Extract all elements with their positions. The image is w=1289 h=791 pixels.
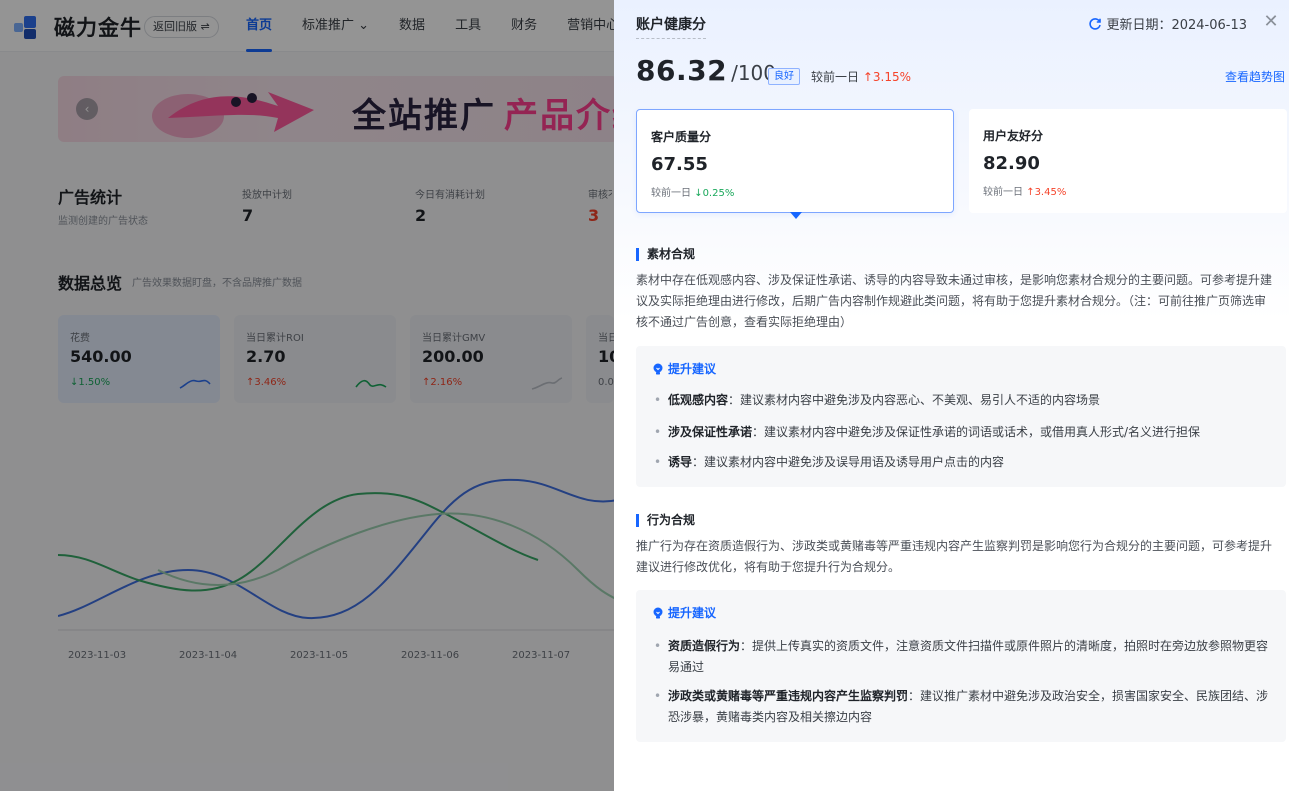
customer-quality-card[interactable]: 客户质量分 67.55 较前一日 ↓0.25% [636, 109, 954, 213]
card-compare-label: 较前一日 [983, 187, 1023, 198]
section-desc-behavior-compliance: 推广行为存在资质造假行为、涉政类或黄赌毒等严重违规内容产生监察判罚是影响您行为合… [636, 539, 1273, 574]
account-health-drawer: 账户健康分 更新日期：2024-06-13 ✕ 86.32 /100 良好 较前… [614, 0, 1289, 791]
advice-key: 资质造假行为 [668, 639, 741, 653]
card-compare: 较前一日 ↓0.25% [651, 184, 734, 199]
advice-box-behavior: 提升建议 资质造假行为：提供上传真实的资质文件，注意资质文件扫描件或原件照片的清… [636, 590, 1286, 742]
user-friendly-card[interactable]: 用户友好分 82.90 较前一日 ↑3.45% [969, 109, 1287, 213]
advice-key: 低观感内容 [668, 393, 729, 407]
card-compare-label: 较前一日 [651, 188, 691, 199]
advice-key: 涉及保证性承诺 [668, 425, 753, 439]
card-label: 用户友好分 [983, 129, 1044, 143]
selected-card-pointer [790, 212, 802, 219]
card-compare-delta: ↓0.25% [694, 188, 735, 199]
modal-mask[interactable] [0, 0, 614, 791]
score-compare: 较前一日 ↑3.15% [811, 68, 911, 85]
advice-text: ：建议素材内容中避免涉及保证性承诺的词语或话术，或借用真人形式/名义进行担保 [752, 425, 1201, 439]
bulb-icon [653, 363, 663, 374]
advice-title-text: 提升建议 [668, 606, 717, 620]
drawer-title: 账户健康分 [636, 14, 706, 39]
advice-item: 涉政类或黄赌毒等严重违规内容产生监察判罚：建议推广素材中避免涉及政治安全，损害国… [654, 686, 1274, 728]
section-title-behavior-compliance: 行为合规 [636, 514, 695, 527]
advice-title: 提升建议 [652, 360, 716, 377]
card-value: 82.90 [983, 153, 1040, 174]
health-score: 86.32 /100 [636, 54, 776, 87]
advice-key: 涉政类或黄赌毒等严重违规内容产生监察判罚 [668, 689, 909, 703]
card-value: 67.55 [651, 154, 708, 175]
advice-item: 资质造假行为：提供上传真实的资质文件，注意资质文件扫描件或原件照片的清晰度，拍照… [654, 636, 1274, 678]
compare-label: 较前一日 [811, 70, 860, 84]
advice-text: ：建议素材内容中避免涉及内容恶心、不美观、易引人不适的内容场景 [728, 393, 1101, 407]
card-compare: 较前一日 ↑3.45% [983, 183, 1066, 198]
status-badge: 良好 [768, 68, 800, 85]
update-date-text: 更新日期：2024-06-13 [1106, 18, 1247, 33]
advice-text: ：建议素材内容中避免涉及误导用语及诱导用户点击的内容 [692, 455, 1005, 469]
advice-box-material: 提升建议 低观感内容：建议素材内容中避免涉及内容恶心、不美观、易引人不适的内容场… [636, 346, 1286, 487]
view-trend-link[interactable]: 查看趋势图 [1225, 68, 1285, 85]
close-icon[interactable]: ✕ [1261, 12, 1281, 32]
card-label: 客户质量分 [651, 130, 712, 144]
advice-title: 提升建议 [652, 604, 716, 621]
advice-item: 涉及保证性承诺：建议素材内容中避免涉及保证性承诺的词语或话术，或借用真人形式/名… [654, 422, 1274, 443]
update-date[interactable]: 更新日期：2024-06-13 [1088, 14, 1247, 33]
advice-key: 诱导 [668, 455, 693, 469]
card-compare-delta: ↑3.45% [1026, 187, 1067, 198]
section-title-material-compliance: 素材合规 [636, 248, 695, 261]
refresh-icon[interactable] [1088, 17, 1102, 31]
advice-text: ：提供上传真实的资质文件，注意资质文件扫描件或原件照片的清晰度，拍照时在旁边放参… [668, 639, 1269, 674]
advice-item: 低观感内容：建议素材内容中避免涉及内容恶心、不美观、易引人不适的内容场景 [654, 390, 1274, 411]
bulb-icon [653, 607, 663, 618]
score-value: 86.32 [636, 54, 728, 87]
compare-value: ↑3.15% [862, 70, 912, 84]
section-desc-material-compliance: 素材中存在低观感内容、涉及保证性承诺、诱导的内容导致未通过审核，是影响您素材合规… [636, 273, 1273, 329]
advice-item: 诱导：建议素材内容中避免涉及误导用语及诱导用户点击的内容 [654, 452, 1274, 473]
advice-title-text: 提升建议 [668, 362, 717, 376]
